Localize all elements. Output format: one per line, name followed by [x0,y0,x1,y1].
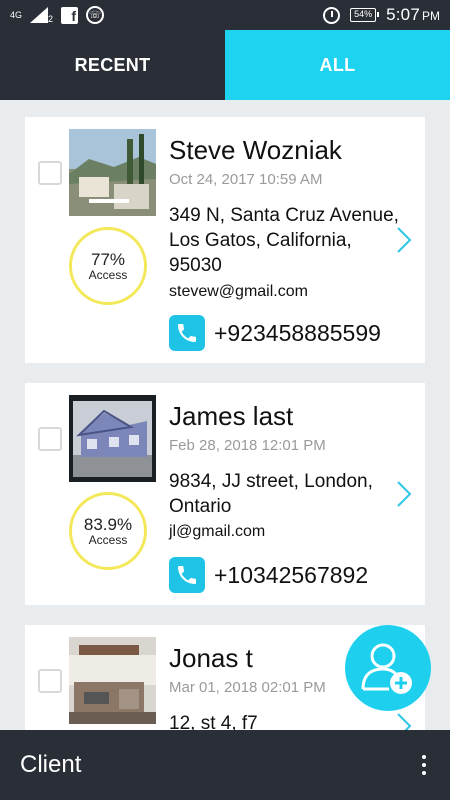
client-name: James last [169,401,294,431]
battery-icon: 54% [350,8,380,22]
client-email: stevew@gmail.com [169,283,308,300]
chevron-right-icon[interactable] [395,711,413,730]
screen-title: Client [20,751,82,778]
network-type: 4G [10,9,23,20]
access-ring: 83.9% Access [69,492,147,570]
add-user-icon [361,643,412,694]
status-clock: 5:07 PM [386,5,440,25]
client-photo [69,395,156,482]
select-checkbox[interactable] [38,427,62,451]
tab-all[interactable]: ALL [225,30,450,100]
client-card[interactable]: 77% Access Steve Wozniak Oct 24, 2017 10… [25,117,425,363]
client-address: 12, st 4, f7 [169,713,258,730]
clock-time: 5:07 [386,5,420,24]
bottom-bar: Client [0,730,450,800]
client-name: Jonas t [169,643,253,673]
network-indicator: 4G [10,9,23,20]
client-date: Mar 01, 2018 02:01 PM [169,679,326,696]
client-phone[interactable]: +923458885599 [169,315,381,351]
alarm-icon [323,6,341,24]
access-label: Access [88,532,128,547]
facebook-icon: f [61,6,79,24]
client-photo [69,129,156,216]
phone-number[interactable]: +10342567892 [214,562,368,589]
client-card[interactable]: 83.9% Access James last Feb 28, 2018 12:… [25,383,425,605]
client-phone[interactable]: +10342567892 [169,557,368,593]
client-email: jl@gmail.com [169,523,266,540]
overflow-menu-icon[interactable] [418,751,430,779]
client-address: 349 N, Santa Cruz Avenue, Los Gatos, Cal… [169,205,399,276]
select-checkbox[interactable] [38,669,62,693]
client-date: Oct 24, 2017 10:59 AM [169,171,323,188]
access-ring: 77% Access [69,227,147,305]
client-photo [69,637,156,724]
whatsapp-icon: ☏ [86,6,105,24]
sim-slot: 2 [48,14,54,24]
chevron-right-icon[interactable] [395,225,413,255]
client-date: Feb 28, 2018 12:01 PM [169,437,326,454]
add-client-button[interactable] [345,625,431,711]
tab-recent[interactable]: RECENT [0,30,225,100]
phone-icon[interactable] [169,315,205,351]
status-right: 54% 5:07 PM [323,5,440,25]
access-percent: 83.9% [83,514,133,534]
status-bar: 4G 2 f ☏ 54% 5:07 PM [0,0,450,30]
client-name: Steve Wozniak [169,135,342,165]
chevron-right-icon[interactable] [395,479,413,509]
phone-number[interactable]: +923458885599 [214,320,381,347]
status-left: 4G 2 f ☏ [10,6,105,24]
phone-icon[interactable] [169,557,205,593]
select-checkbox[interactable] [38,161,62,185]
access-label: Access [88,267,128,282]
client-address: 9834, JJ street, London, Ontario [169,471,373,517]
signal-icon [30,7,49,23]
clock-ampm: PM [422,9,440,23]
tab-bar: RECENT ALL [0,30,450,100]
access-percent: 77% [90,249,126,269]
